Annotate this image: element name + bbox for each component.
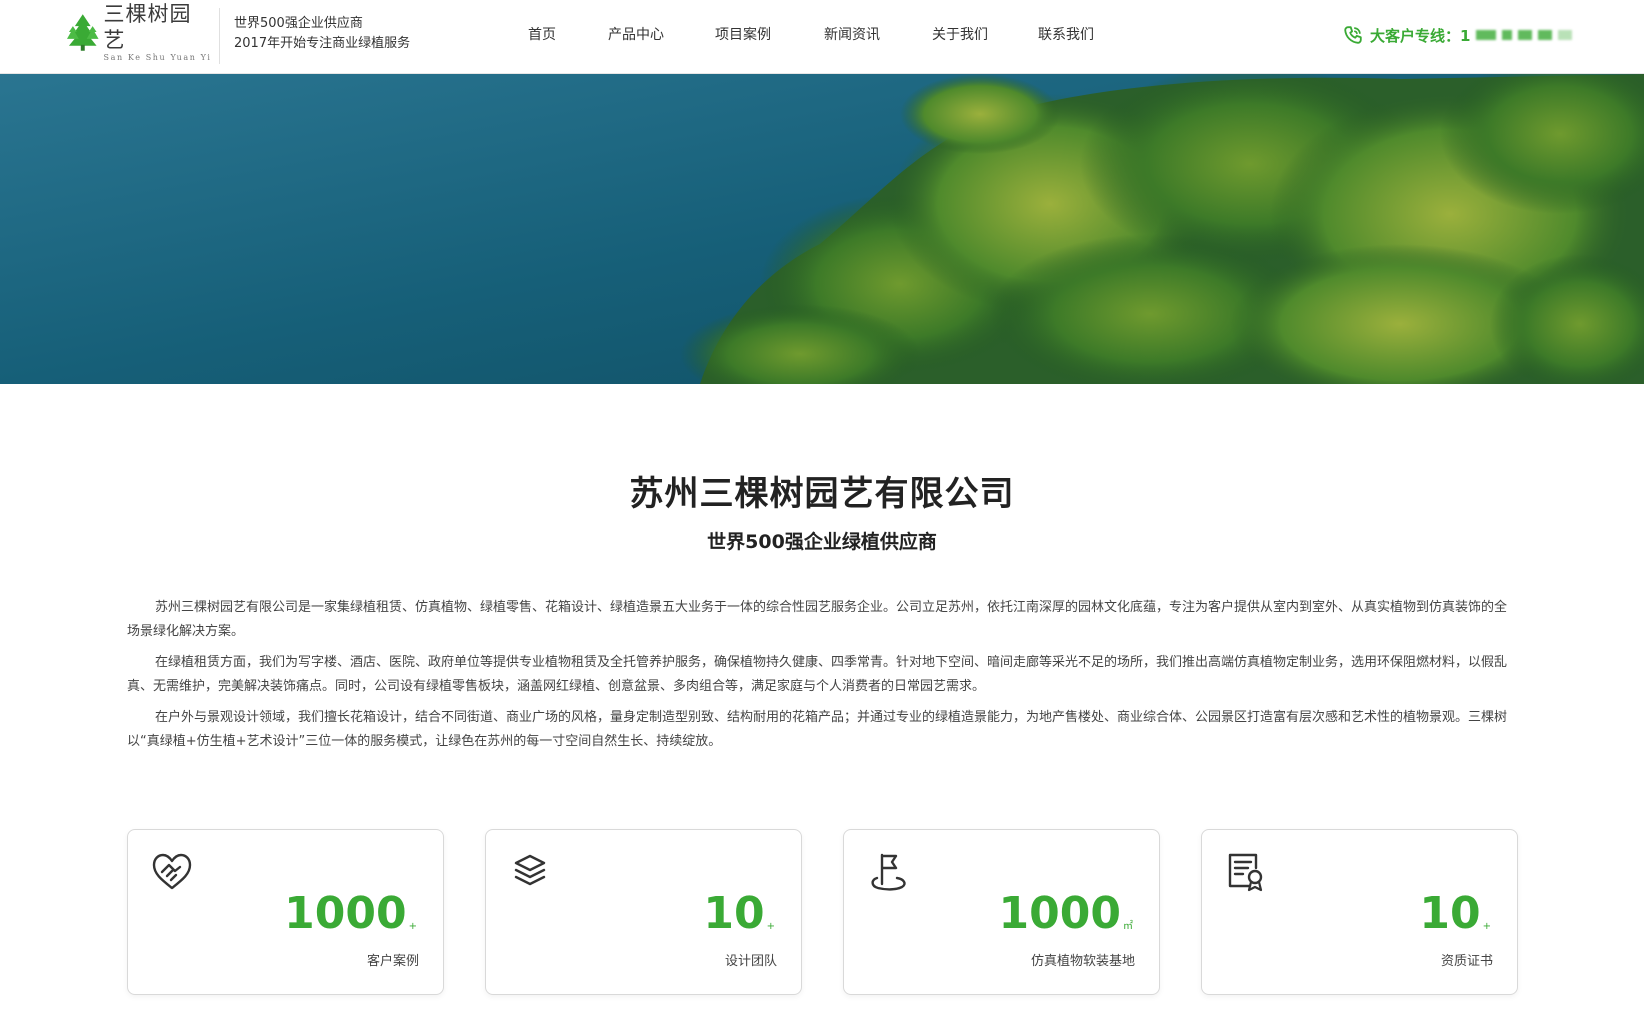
stat-number: 10 (703, 888, 765, 939)
slogan-line-2: 2017年开始专注商业绿植服务 (234, 36, 411, 51)
nav-products[interactable]: 产品中心 (584, 0, 688, 74)
stat-card-team: 10 + 设计团队 (485, 829, 802, 995)
main-nav: 首页 产品中心 项目案例 新闻资讯 关于我们 联系我们 (500, 0, 1118, 74)
hotline-number-redacted (1476, 30, 1578, 40)
stat-value: 1000 ㎡ (999, 890, 1133, 938)
layers-icon (514, 854, 546, 886)
tree-logo-icon (66, 14, 99, 51)
header-slogan: 世界500强企业供应商 2017年开始专注商业绿植服务 (234, 14, 410, 54)
company-subtitle: 世界500强企业绿植供应商 (707, 531, 937, 553)
company-title: 苏州三棵树园艺有限公司 (629, 474, 1015, 514)
stat-unit: + (408, 921, 417, 932)
stat-label: 仿真植物软装基地 (1030, 954, 1135, 969)
intro-paragraph-2: 在绿植租赁方面，我们为写字楼、酒店、医院、政府单位等提供专业植物租赁及全托管养护… (127, 655, 1508, 694)
stat-unit: ㎡ (1123, 921, 1133, 932)
stat-number: 1000 (998, 888, 1121, 939)
stat-card-certificates: 10 + 资质证书 (1201, 829, 1518, 995)
nav-about[interactable]: 关于我们 (906, 0, 1014, 74)
stats-row: 1000 + 客户案例 10 + 设计团队 1000 ㎡ 仿真植物软装基地 10… (127, 829, 1519, 995)
stat-value: 1000 + (284, 890, 417, 938)
logo[interactable]: 三棵树园艺 San Ke Shu Yuan Yi (66, 2, 212, 62)
flag-icon (871, 853, 906, 891)
intro-paragraph-3: 在户外与景观设计领域，我们擅长花箱设计，结合不同街道、商业广场的风格，量身定制造… (127, 710, 1508, 749)
certificate-icon (1228, 853, 1263, 892)
nav-cases[interactable]: 项目案例 (688, 0, 798, 74)
site-header: 三棵树园艺 San Ke Shu Yuan Yi 世界500强企业供应商 201… (0, 0, 1644, 74)
handshake-heart-icon (152, 853, 192, 890)
nav-contact[interactable]: 联系我们 (1014, 0, 1118, 74)
hotline-label: 大客户专线：1 (1370, 26, 1471, 45)
company-intro: 苏州三棵树园艺有限公司是一家集绿植租赁、仿真植物、绿植零售、花箱设计、绿植造景五… (127, 596, 1514, 761)
stat-value: 10 + (703, 890, 775, 938)
logo-pinyin: San Ke Shu Yuan Yi (103, 53, 212, 62)
stat-label: 客户案例 (366, 954, 419, 969)
intro-paragraph-1: 苏州三棵树园艺有限公司是一家集绿植租赁、仿真植物、绿植零售、花箱设计、绿植造景五… (127, 600, 1508, 639)
stat-number: 10 (1419, 888, 1481, 939)
nav-news[interactable]: 新闻资讯 (798, 0, 906, 74)
stat-label: 资质证书 (1440, 954, 1493, 969)
nav-home[interactable]: 首页 (500, 0, 584, 74)
phone-icon (1344, 26, 1362, 44)
stat-number: 1000 (284, 888, 407, 939)
stat-label: 设计团队 (724, 954, 777, 969)
stat-card-cases: 1000 + 客户案例 (127, 829, 444, 995)
hotline[interactable]: 大客户专线：1 (1342, 22, 1578, 48)
stat-card-base: 1000 ㎡ 仿真植物软装基地 (843, 829, 1160, 995)
hero-banner (0, 74, 1644, 384)
logo-name: 三棵树园艺 (103, 2, 192, 52)
slogan-line-1: 世界500强企业供应商 (234, 16, 363, 31)
stat-unit: + (766, 921, 775, 932)
header-divider (219, 8, 220, 64)
stat-value: 10 + (1419, 890, 1491, 938)
stat-unit: + (1482, 921, 1491, 932)
forest-lake-banner-image (0, 74, 1644, 384)
